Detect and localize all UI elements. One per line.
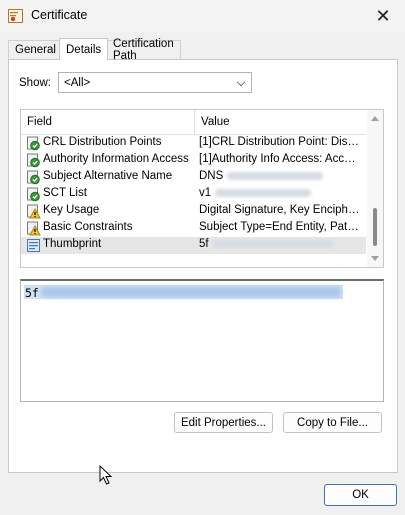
field-name: Subject Alternative Name xyxy=(43,170,173,182)
copy-to-file-button[interactable]: Copy to File... xyxy=(283,412,382,433)
property-icon xyxy=(26,238,41,253)
show-label: Show: xyxy=(19,77,51,89)
field-value: DNS xyxy=(199,170,362,182)
close-button[interactable]: ✕ xyxy=(361,0,405,32)
ext-cert-icon xyxy=(26,153,41,168)
list-row[interactable]: Subject Alternative Name DNS xyxy=(21,169,366,186)
list-row[interactable]: SCT List v1 xyxy=(21,186,366,203)
field-value-text: Digital Signature, Key Encipher… xyxy=(199,204,362,216)
fields-list[interactable]: Field Value CRL Distribution Points [1]CR… xyxy=(20,109,384,268)
field-value: [1]CRL Distribution Point: Distr… xyxy=(199,136,362,148)
detail-text: 5f xyxy=(25,286,39,300)
field-value: Subject Type=End Entity, Pat… xyxy=(199,221,362,233)
field-name: CRL Distribution Points xyxy=(43,136,162,148)
details-panel: Show: <All> Field Value CRL Distribution… xyxy=(8,59,398,473)
value-detail-box[interactable]: 5f xyxy=(20,279,384,402)
list-header: Field Value xyxy=(21,110,366,135)
field-value-text: 5f xyxy=(199,238,209,250)
mouse-cursor-icon xyxy=(99,465,113,485)
field-value-text: [1]CRL Distribution Point: Distr… xyxy=(199,136,362,148)
close-icon: ✕ xyxy=(375,5,391,26)
redacted-thumbprint xyxy=(41,287,341,297)
ext-cert-icon xyxy=(26,170,41,185)
show-selected-value: <All> xyxy=(64,76,91,89)
field-value-text: [1]Authority Info Access: Acc… xyxy=(199,153,356,165)
field-name: SCT List xyxy=(43,187,87,199)
scroll-up-icon[interactable] xyxy=(371,116,379,121)
list-row[interactable]: CRL Distribution Points [1]CRL Distributi… xyxy=(21,135,366,152)
field-value-text: Subject Type=End Entity, Pat… xyxy=(199,221,359,233)
field-value-text: v1 xyxy=(199,187,212,199)
field-value: Digital Signature, Key Encipher… xyxy=(199,204,362,216)
list-row[interactable]: Basic Constraints Subject Type=End Entity… xyxy=(21,220,366,237)
column-header-field[interactable]: Field xyxy=(21,110,195,134)
redacted-value xyxy=(215,188,312,197)
tab-certification-path[interactable]: Certification Path xyxy=(106,38,181,62)
column-header-value[interactable]: Value xyxy=(195,110,366,134)
critical-ext-icon xyxy=(26,221,41,236)
tab-label: General xyxy=(15,44,56,56)
field-name: Key Usage xyxy=(43,204,100,216)
edit-properties-button[interactable]: Edit Properties... xyxy=(174,412,273,433)
field-value: 5f xyxy=(199,238,362,250)
field-value: v1 xyxy=(199,187,362,199)
critical-ext-icon xyxy=(26,204,41,219)
title-bar: Certificate ✕ xyxy=(0,0,405,32)
certificate-icon xyxy=(8,9,23,23)
field-value: [1]Authority Info Access: Acc… xyxy=(199,153,362,165)
scroll-thumb[interactable] xyxy=(373,208,377,246)
ext-cert-icon xyxy=(26,187,41,202)
ext-cert-icon xyxy=(26,136,41,151)
list-row[interactable]: Authority Information Access [1]Authority… xyxy=(21,152,366,169)
redacted-value xyxy=(212,239,333,248)
tab-details[interactable]: Details xyxy=(59,38,109,60)
show-select[interactable]: <All> xyxy=(58,72,252,93)
vertical-scrollbar[interactable] xyxy=(367,110,383,267)
field-name: Thumbprint xyxy=(43,238,102,250)
field-value-text: DNS xyxy=(199,170,224,182)
redacted-value xyxy=(227,171,324,180)
ok-button[interactable]: OK xyxy=(324,484,397,506)
tab-label: Details xyxy=(66,43,102,56)
list-row[interactable]: Key Usage Digital Signature, Key Encipher… xyxy=(21,203,366,220)
list-row[interactable]: Thumbprint 5f xyxy=(21,237,366,254)
field-name: Authority Information Access xyxy=(43,153,189,165)
window-title: Certificate xyxy=(31,8,88,22)
scroll-down-icon[interactable] xyxy=(371,256,379,261)
chevron-down-icon xyxy=(236,77,246,87)
field-name: Basic Constraints xyxy=(43,221,133,233)
tab-general[interactable]: General xyxy=(8,40,63,59)
